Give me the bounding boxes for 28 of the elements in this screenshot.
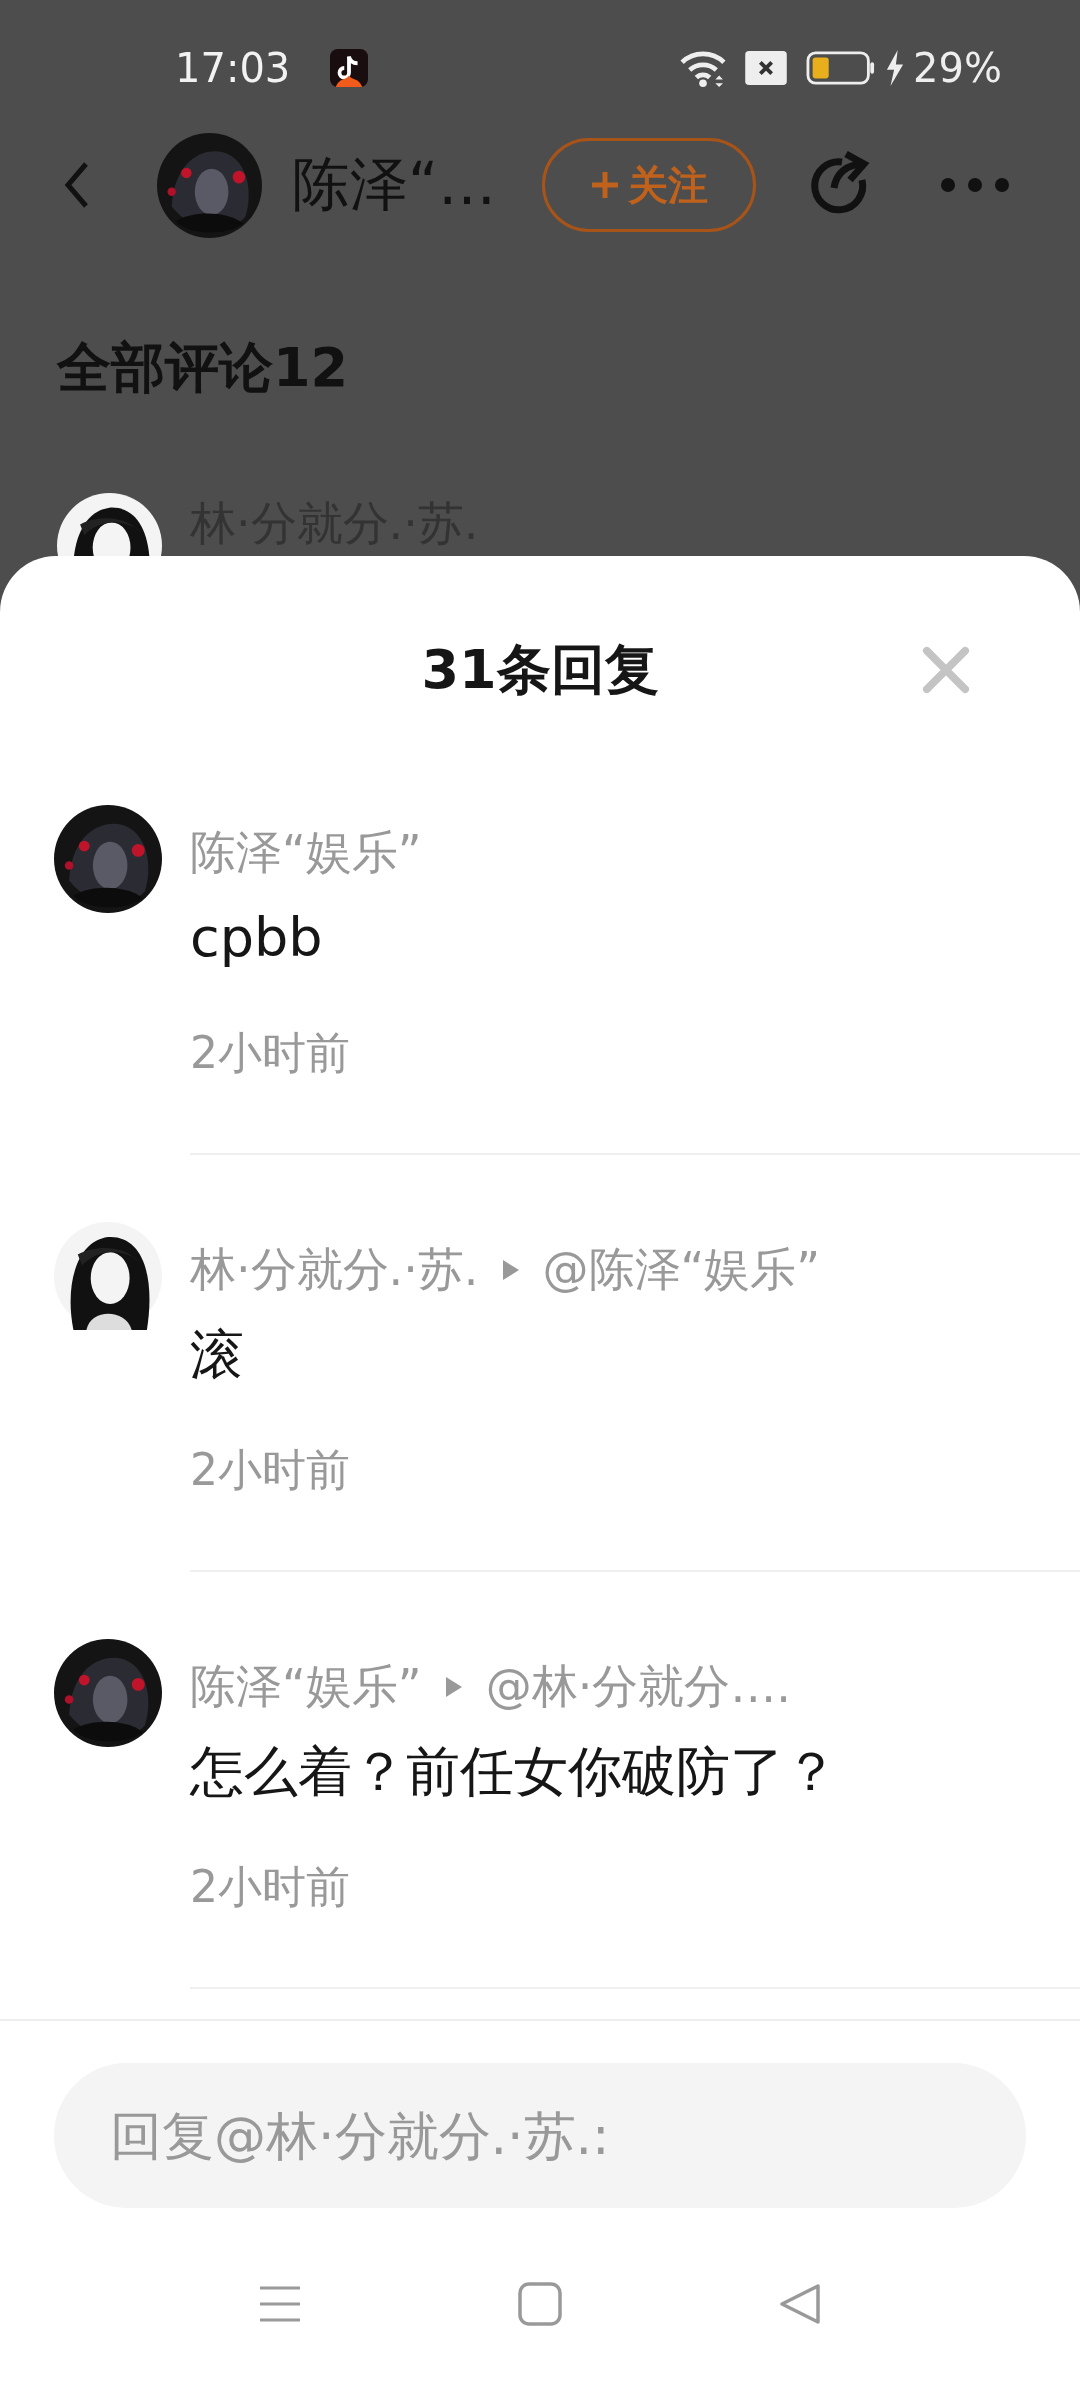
plus-icon (590, 170, 620, 200)
reply-time: 2小时前 (190, 1860, 351, 1914)
battery-percent: 29% (913, 44, 1002, 91)
music-note-icon (330, 48, 369, 87)
mentioned-user[interactable]: @陈泽“娱乐” (542, 1239, 821, 1301)
section-title: 全部评论12 (57, 335, 350, 401)
reply-text: 滚 (190, 1322, 245, 1388)
reply-time: 2小时前 (190, 1026, 351, 1080)
reply-author[interactable]: 林·分就分.·苏. (190, 1239, 479, 1301)
sheet-title: 31条回复 (421, 636, 659, 703)
back-icon[interactable] (778, 2282, 822, 2326)
follow-button[interactable]: 关注 (542, 138, 756, 232)
home-icon[interactable] (518, 2282, 562, 2326)
mentioned-user[interactable]: @林·分就分…. (485, 1656, 791, 1718)
lightning-icon (885, 49, 906, 86)
user-name[interactable]: 陈泽“… (292, 146, 542, 224)
reply-author[interactable]: 陈泽“娱乐” (190, 1656, 422, 1718)
triangle-icon (443, 1675, 464, 1699)
triangle-icon (500, 1258, 521, 1282)
more-icon[interactable] (940, 175, 1010, 195)
reply-field[interactable]: 回复@林·分就分.·苏.: (54, 2063, 1026, 2208)
reply-text: cpbb (190, 905, 324, 971)
close-icon[interactable] (922, 646, 970, 694)
reply-author[interactable]: 陈泽“娱乐” (190, 822, 422, 884)
reply-time: 2小时前 (190, 1443, 351, 1497)
reply-text: 怎么着？前任女你破防了？ (190, 1739, 839, 1805)
clock-time: 17:03 (175, 44, 291, 91)
no-sim-icon (745, 50, 788, 85)
